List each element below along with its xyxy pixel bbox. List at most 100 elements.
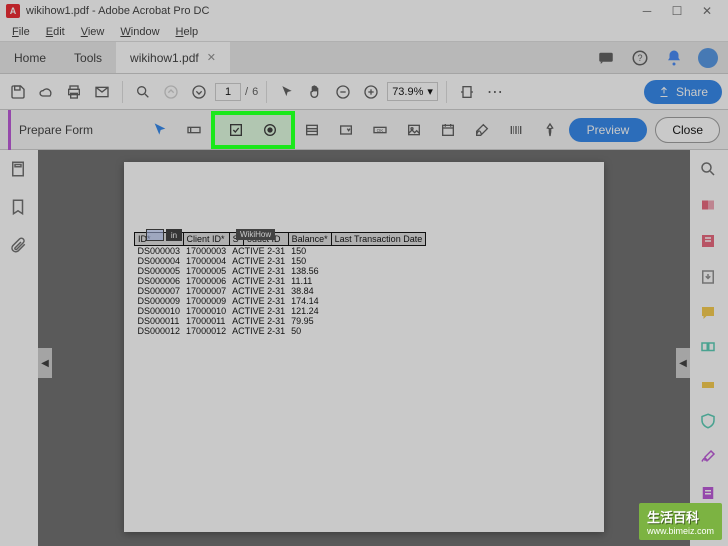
page-up-icon[interactable] bbox=[159, 80, 183, 104]
menu-bar: File Edit View Window Help bbox=[0, 22, 728, 42]
table-row: DS00001017000010ACTIVE 2-31121.24 bbox=[135, 306, 426, 316]
text-field-icon[interactable] bbox=[181, 117, 207, 143]
select-icon[interactable] bbox=[275, 80, 299, 104]
table-row: DS00000417000004ACTIVE 2-31150 bbox=[135, 256, 426, 266]
svg-text:OK: OK bbox=[377, 128, 385, 133]
tab-document-label: wikihow1.pdf bbox=[130, 51, 199, 65]
menu-edit[interactable]: Edit bbox=[38, 24, 73, 40]
more-icon[interactable]: ⋯ bbox=[483, 80, 507, 104]
hand-icon[interactable] bbox=[303, 80, 327, 104]
tool-protect-icon[interactable] bbox=[699, 412, 719, 432]
bell-icon[interactable] bbox=[664, 48, 684, 68]
right-tools-rail bbox=[690, 150, 728, 546]
tab-document[interactable]: wikihow1.pdf ✕ bbox=[116, 42, 230, 73]
date-field-icon[interactable] bbox=[435, 117, 461, 143]
fit-width-icon[interactable] bbox=[455, 80, 479, 104]
menu-window[interactable]: Window bbox=[112, 24, 167, 40]
chat-icon[interactable] bbox=[596, 48, 616, 68]
table-row: DS00001217000012ACTIVE 2-3150 bbox=[135, 326, 426, 336]
tab-home[interactable]: Home bbox=[0, 42, 60, 73]
table-row: DS00000917000009ACTIVE 2-31174.14 bbox=[135, 296, 426, 306]
tab-tools[interactable]: Tools bbox=[60, 42, 116, 73]
chevron-down-icon: ▾ bbox=[427, 85, 433, 98]
workspace: ◀ in WikiHow ID*Client ID*Soduct IDBalan… bbox=[0, 150, 728, 546]
app-icon: A bbox=[6, 4, 20, 18]
close-tab-icon[interactable]: ✕ bbox=[207, 51, 216, 64]
avatar[interactable] bbox=[698, 48, 718, 68]
zoom-value: 73.9% bbox=[392, 86, 423, 98]
data-table: ID*Client ID*Soduct IDBalance*Last Trans… bbox=[134, 232, 426, 336]
button-field-icon[interactable]: OK bbox=[367, 117, 393, 143]
main-toolbar: / 6 73.9% ▾ ⋯ Share bbox=[0, 74, 728, 110]
form-field-overlay-label[interactable]: in bbox=[166, 229, 182, 241]
dropdown-field-icon[interactable] bbox=[333, 117, 359, 143]
pin-icon[interactable] bbox=[537, 117, 563, 143]
radio-field-icon[interactable] bbox=[257, 117, 283, 143]
scroll-right-icon[interactable]: ◀ bbox=[676, 348, 690, 378]
tool-redact-icon[interactable] bbox=[699, 376, 719, 396]
menu-file[interactable]: File bbox=[4, 24, 38, 40]
page-down-icon[interactable] bbox=[187, 80, 211, 104]
tool-form-icon[interactable] bbox=[699, 484, 719, 504]
table-row: DS00000317000003ACTIVE 2-31150 bbox=[135, 246, 426, 257]
thumbnails-icon[interactable] bbox=[9, 160, 29, 180]
watermark: 生活百科 www.bimeiz.com bbox=[639, 503, 722, 540]
cloud-icon[interactable] bbox=[34, 80, 58, 104]
search-icon[interactable] bbox=[131, 80, 155, 104]
close-window-button[interactable]: ✕ bbox=[692, 0, 722, 22]
print-icon[interactable] bbox=[62, 80, 86, 104]
signature-field-icon[interactable] bbox=[469, 117, 495, 143]
checkbox-field-icon[interactable] bbox=[223, 117, 249, 143]
zoom-in-icon[interactable] bbox=[359, 80, 383, 104]
svg-text:?: ? bbox=[637, 53, 642, 63]
table-row: DS00000617000006ACTIVE 2-3111.11 bbox=[135, 276, 426, 286]
table-row: DS00001117000011ACTIVE 2-3179.95 bbox=[135, 316, 426, 326]
maximize-button[interactable]: ☐ bbox=[662, 0, 692, 22]
bookmarks-icon[interactable] bbox=[9, 198, 29, 218]
email-icon[interactable] bbox=[90, 80, 114, 104]
highlighted-tools bbox=[211, 111, 295, 149]
page-number-input[interactable] bbox=[215, 83, 241, 101]
title-bar: A wikihow1.pdf - Adobe Acrobat Pro DC ─ … bbox=[0, 0, 728, 22]
barcode-field-icon[interactable] bbox=[503, 117, 529, 143]
zoom-out-icon[interactable] bbox=[331, 80, 355, 104]
pdf-page: in WikiHow ID*Client ID*Soduct IDBalance… bbox=[124, 162, 604, 532]
table-header: Balance* bbox=[288, 233, 331, 246]
attachments-icon[interactable] bbox=[9, 236, 29, 256]
share-button[interactable]: Share bbox=[644, 80, 722, 104]
tool-search-icon[interactable] bbox=[699, 160, 719, 180]
tab-bar: Home Tools wikihow1.pdf ✕ ? bbox=[0, 42, 728, 74]
image-field-icon[interactable] bbox=[401, 117, 427, 143]
tool-comment-icon[interactable] bbox=[699, 304, 719, 324]
document-viewport[interactable]: ◀ in WikiHow ID*Client ID*Soduct IDBalan… bbox=[38, 150, 690, 546]
preview-button[interactable]: Preview bbox=[569, 118, 648, 142]
zoom-select[interactable]: 73.9% ▾ bbox=[387, 82, 438, 101]
scroll-left-icon[interactable]: ◀ bbox=[38, 348, 52, 378]
help-icon[interactable]: ? bbox=[630, 48, 650, 68]
page-indicator: / 6 bbox=[215, 83, 258, 101]
menu-help[interactable]: Help bbox=[168, 24, 207, 40]
list-field-icon[interactable] bbox=[299, 117, 325, 143]
watermark-main: 生活百科 bbox=[647, 510, 699, 525]
prepare-form-bar: Prepare Form OK Preview Close bbox=[0, 110, 728, 150]
table-row: DS00000717000007ACTIVE 2-3138.84 bbox=[135, 286, 426, 296]
select-tool-icon[interactable] bbox=[147, 117, 173, 143]
left-navigation-rail bbox=[0, 150, 38, 546]
form-field-overlay[interactable] bbox=[146, 229, 164, 241]
watermark-sub: www.bimeiz.com bbox=[647, 526, 714, 536]
page-total: 6 bbox=[252, 86, 258, 98]
tool-export-icon[interactable] bbox=[699, 268, 719, 288]
close-button[interactable]: Close bbox=[655, 117, 720, 143]
tool-fill-sign-icon[interactable] bbox=[699, 448, 719, 468]
table-row: DS00000517000005ACTIVE 2-31138.56 bbox=[135, 266, 426, 276]
minimize-button[interactable]: ─ bbox=[632, 0, 662, 22]
window-title: wikihow1.pdf - Adobe Acrobat Pro DC bbox=[26, 5, 632, 17]
prepare-form-title: Prepare Form bbox=[8, 110, 93, 150]
table-header: Client ID* bbox=[183, 233, 229, 246]
tool-edit-icon[interactable] bbox=[699, 232, 719, 252]
tool-create-icon[interactable] bbox=[699, 196, 719, 216]
save-icon[interactable] bbox=[6, 80, 30, 104]
tool-organize-icon[interactable] bbox=[699, 340, 719, 360]
menu-view[interactable]: View bbox=[73, 24, 113, 40]
share-label: Share bbox=[676, 85, 708, 99]
